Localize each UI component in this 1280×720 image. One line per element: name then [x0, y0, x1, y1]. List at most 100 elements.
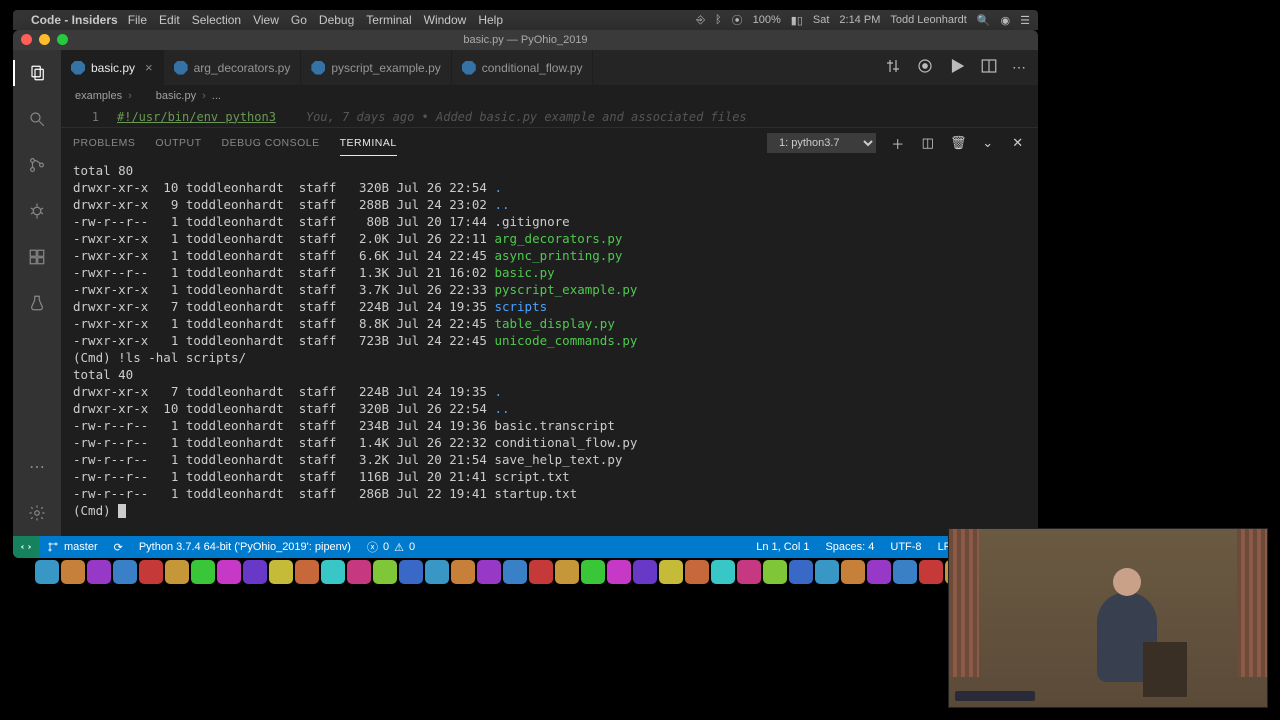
- dock-app-icon[interactable]: [139, 560, 163, 584]
- menubar-extra-icon[interactable]: ⎆: [696, 14, 705, 27]
- terminal-output[interactable]: total 80drwxr-xr-x 10 toddleonhardt staf…: [61, 158, 1038, 536]
- battery-icon[interactable]: ▮▯: [791, 14, 803, 27]
- explorer-icon[interactable]: [13, 60, 61, 86]
- editor-line[interactable]: 1 #!/usr/bin/env python3 You, 7 days ago…: [61, 107, 1038, 127]
- menu-help[interactable]: Help: [478, 13, 503, 27]
- menu-go[interactable]: Go: [291, 13, 307, 27]
- minimize-window-button[interactable]: [39, 34, 50, 45]
- dock-app-icon[interactable]: [399, 560, 423, 584]
- editor-tab[interactable]: arg_decorators.py: [164, 50, 302, 85]
- dock-app-icon[interactable]: [529, 560, 553, 584]
- siri-icon[interactable]: ◉: [1001, 14, 1011, 27]
- dock-app-icon[interactable]: [555, 560, 579, 584]
- extensions-icon[interactable]: [24, 244, 50, 270]
- more-actions-icon[interactable]: ⋯: [1012, 59, 1026, 76]
- breadcrumb[interactable]: examples › basic.py › ...: [61, 85, 1038, 107]
- dock-app-icon[interactable]: [269, 560, 293, 584]
- test-icon[interactable]: [24, 290, 50, 316]
- editor-tab[interactable]: conditional_flow.py: [452, 50, 594, 85]
- sync-icon[interactable]: ⟳: [106, 541, 131, 554]
- dock-app-icon[interactable]: [685, 560, 709, 584]
- encoding[interactable]: UTF-8: [882, 541, 929, 553]
- dock-app-icon[interactable]: [841, 560, 865, 584]
- kill-terminal-icon[interactable]: 🗑: [950, 135, 966, 151]
- dock-app-icon[interactable]: [87, 560, 111, 584]
- dock-app-icon[interactable]: [321, 560, 345, 584]
- run-icon[interactable]: [948, 57, 966, 78]
- close-window-button[interactable]: [21, 34, 32, 45]
- maximize-panel-icon[interactable]: ⌄: [980, 135, 996, 151]
- dock-app-icon[interactable]: [763, 560, 787, 584]
- dock-app-icon[interactable]: [165, 560, 189, 584]
- dock-app-icon[interactable]: [633, 560, 657, 584]
- dock-app-icon[interactable]: [919, 560, 943, 584]
- compare-changes-icon[interactable]: [884, 57, 902, 78]
- dock-app-icon[interactable]: [191, 560, 215, 584]
- dock-app-icon[interactable]: [373, 560, 397, 584]
- terminal-selector[interactable]: 1: python3.7: [767, 133, 876, 153]
- dock-app-icon[interactable]: [425, 560, 449, 584]
- close-panel-icon[interactable]: ✕: [1010, 135, 1026, 151]
- new-terminal-icon[interactable]: ＋: [890, 134, 906, 153]
- menu-file[interactable]: File: [128, 13, 147, 27]
- dock-app-icon[interactable]: [607, 560, 631, 584]
- dock-app-icon[interactable]: [659, 560, 683, 584]
- more-icon[interactable]: ⋯: [24, 454, 50, 480]
- menu-debug[interactable]: Debug: [319, 13, 354, 27]
- dock-app-icon[interactable]: [893, 560, 917, 584]
- problems-count[interactable]: ⓧ 0 ⚠ 0: [359, 539, 423, 555]
- close-tab-icon[interactable]: ×: [145, 60, 153, 75]
- dock-app-icon[interactable]: [347, 560, 371, 584]
- menubar-user[interactable]: Todd Leonhardt: [890, 14, 966, 26]
- split-editor-icon[interactable]: [980, 57, 998, 78]
- cursor-position[interactable]: Ln 1, Col 1: [748, 541, 817, 553]
- dock-app-icon[interactable]: [243, 560, 267, 584]
- dock-app-icon[interactable]: [503, 560, 527, 584]
- settings-gear-icon[interactable]: [24, 500, 50, 526]
- video-pip-overlay[interactable]: ◀▶■▢ ✕: [948, 528, 1268, 708]
- search-icon[interactable]: [24, 106, 50, 132]
- split-terminal-icon[interactable]: ◫: [920, 135, 936, 151]
- dock-app-icon[interactable]: [113, 560, 137, 584]
- dock-app-icon[interactable]: [711, 560, 735, 584]
- dock-app-icon[interactable]: [451, 560, 475, 584]
- open-changes-icon[interactable]: [916, 57, 934, 78]
- panel-tab-output[interactable]: OUTPUT: [155, 131, 201, 156]
- dock-app-icon[interactable]: [217, 560, 241, 584]
- dock-app-icon[interactable]: [295, 560, 319, 584]
- editor-content[interactable]: #!/usr/bin/env python3: [117, 110, 276, 124]
- source-control-icon[interactable]: [24, 152, 50, 178]
- python-interpreter[interactable]: Python 3.7.4 64-bit ('PyOhio_2019': pipe…: [131, 541, 359, 553]
- spotlight-icon[interactable]: 🔍: [977, 14, 991, 27]
- bluetooth-icon[interactable]: ᛒ: [715, 14, 722, 26]
- panel-tab-terminal[interactable]: TERMINAL: [340, 131, 397, 156]
- dock-app-icon[interactable]: [581, 560, 605, 584]
- remote-indicator[interactable]: [13, 536, 39, 558]
- editor-tab[interactable]: basic.py×: [61, 50, 164, 85]
- menu-terminal[interactable]: Terminal: [366, 13, 411, 27]
- breadcrumb-segment[interactable]: ...: [212, 90, 221, 102]
- git-branch[interactable]: master: [39, 541, 106, 553]
- menu-selection[interactable]: Selection: [192, 13, 241, 27]
- zoom-window-button[interactable]: [57, 34, 68, 45]
- app-name[interactable]: Code - Insiders: [31, 13, 118, 27]
- dock-app-icon[interactable]: [737, 560, 761, 584]
- panel-tab-problems[interactable]: PROBLEMS: [73, 131, 135, 156]
- indentation[interactable]: Spaces: 4: [817, 541, 882, 553]
- dock-app-icon[interactable]: [815, 560, 839, 584]
- breadcrumb-segment[interactable]: basic.py: [156, 90, 196, 102]
- dock-app-icon[interactable]: [867, 560, 891, 584]
- notification-center-icon[interactable]: ☰: [1020, 14, 1030, 27]
- debug-icon[interactable]: [24, 198, 50, 224]
- menu-window[interactable]: Window: [424, 13, 467, 27]
- breadcrumb-segment[interactable]: examples: [75, 90, 122, 102]
- menu-view[interactable]: View: [253, 13, 279, 27]
- menu-edit[interactable]: Edit: [159, 13, 180, 27]
- wifi-icon[interactable]: ⦿: [732, 12, 743, 28]
- dock-app-icon[interactable]: [35, 560, 59, 584]
- editor-tab[interactable]: pyscript_example.py: [301, 50, 451, 85]
- dock-app-icon[interactable]: [789, 560, 813, 584]
- dock-app-icon[interactable]: [61, 560, 85, 584]
- dock-app-icon[interactable]: [477, 560, 501, 584]
- panel-tab-debug-console[interactable]: DEBUG CONSOLE: [222, 131, 320, 156]
